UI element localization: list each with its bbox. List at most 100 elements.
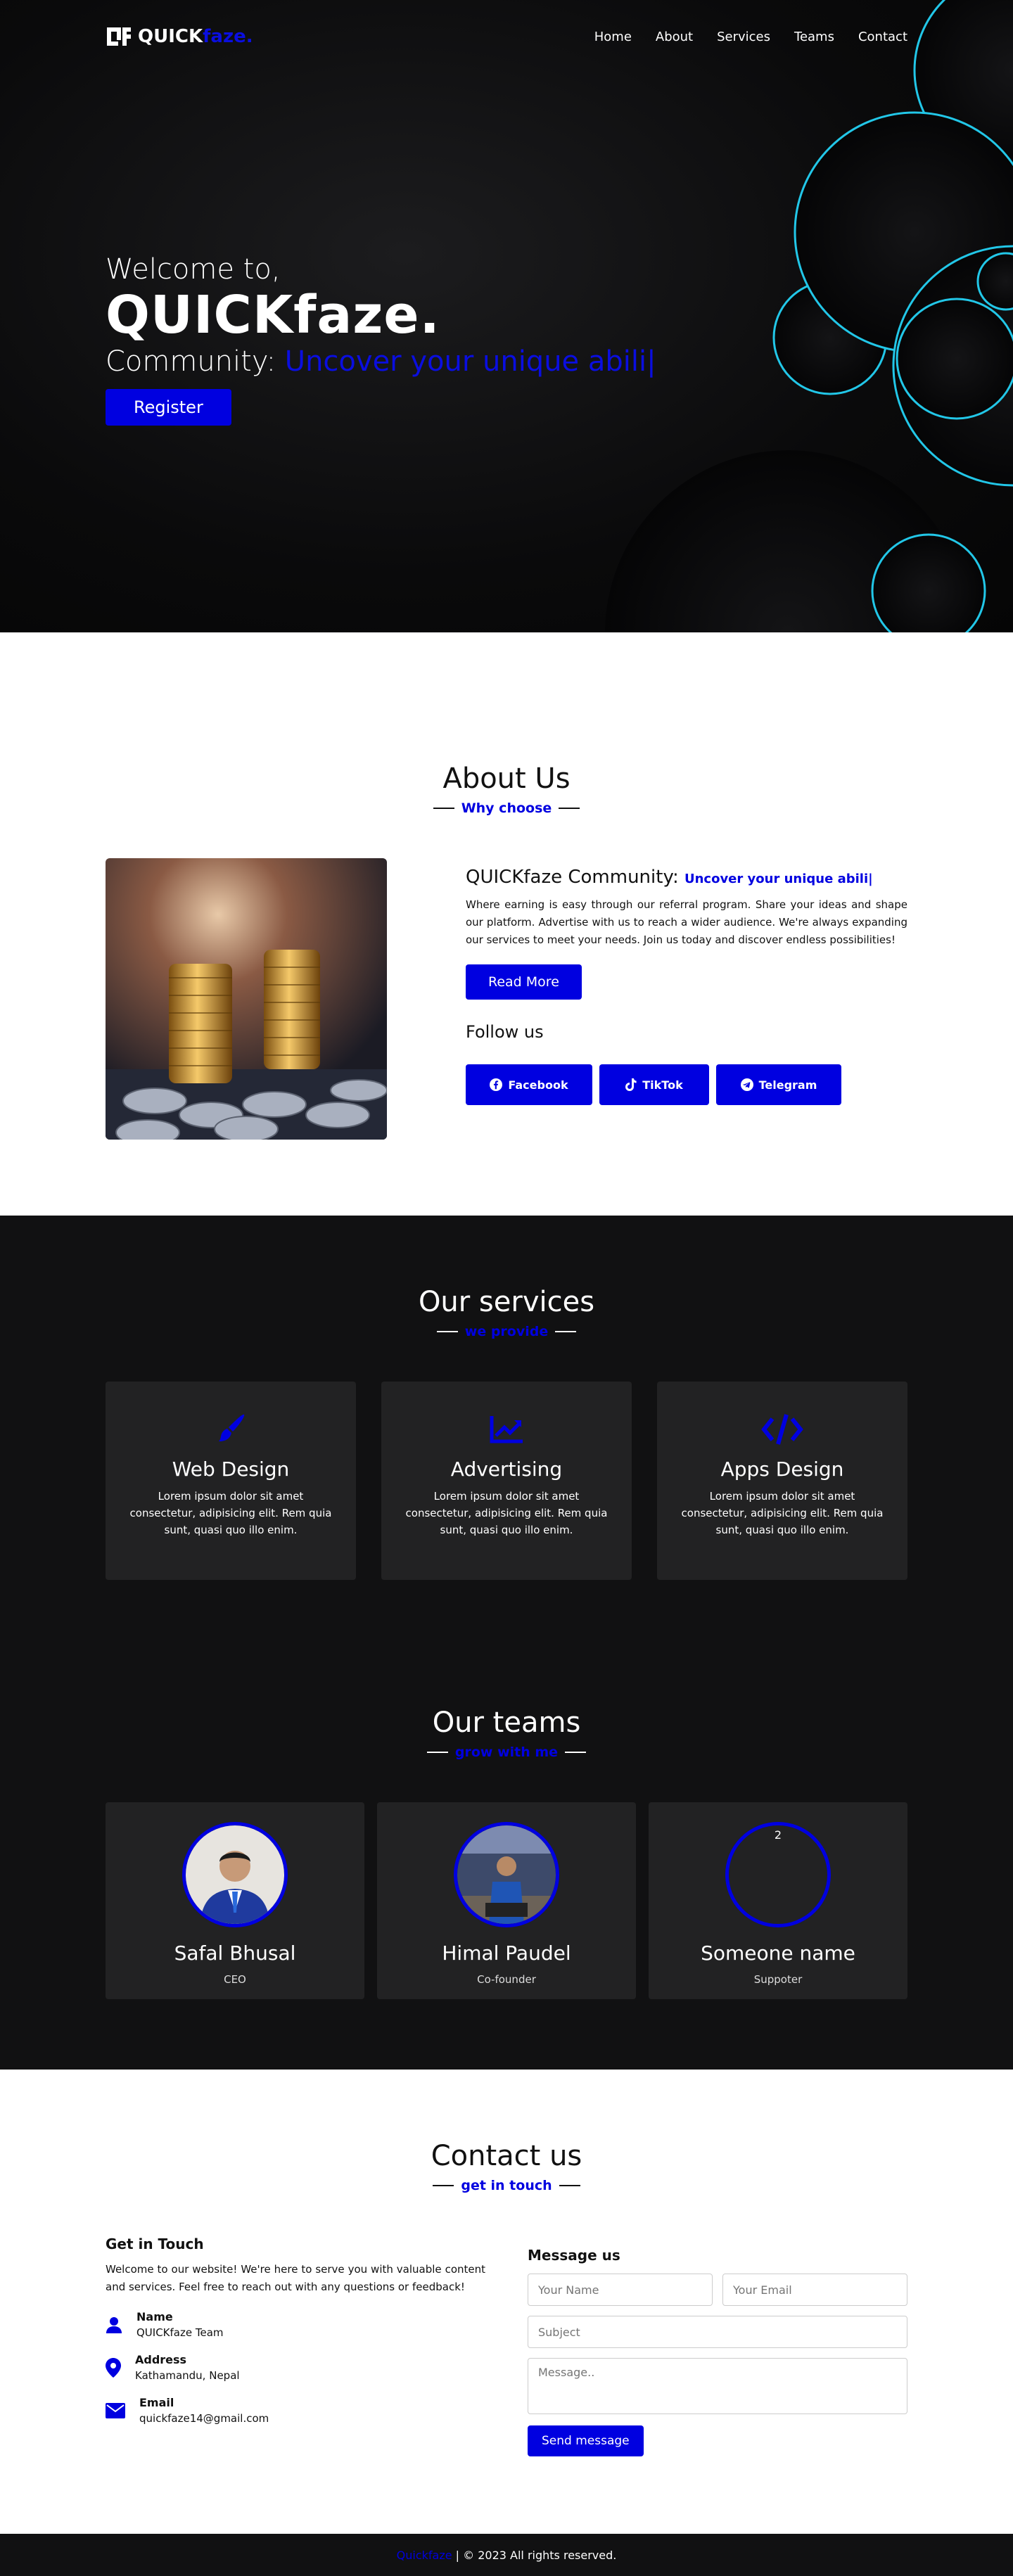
paintbrush-icon <box>219 1414 245 1441</box>
contact-info-text: Welcome to our website! We're here to se… <box>106 2263 485 2293</box>
nav-contact[interactable]: Contact <box>858 30 907 44</box>
subject-input[interactable] <box>528 2316 907 2348</box>
contact-value: quickfaze14@gmail.com <box>139 2412 269 2425</box>
hero-community: Community: Uncover your unique abili| <box>106 345 656 378</box>
contact-value: QUICKfaze Team <box>136 2326 224 2339</box>
hero-community-label: Community: <box>106 345 276 378</box>
footer: Quickfaze | © 2023 All rights reserved. <box>0 2534 1013 2576</box>
avatar-badge: 2 <box>774 1828 782 1842</box>
tiktok-button[interactable]: TikTok <box>599 1064 709 1105</box>
form-heading: Message us <box>528 2247 620 2264</box>
about-paragraph: Where earning is easy through our referr… <box>466 898 907 946</box>
teams-subtitle: grow with me <box>454 1745 559 1760</box>
about-heading: QUICKfaze Community: Uncover your unique… <box>466 867 907 888</box>
nav-about[interactable]: About <box>656 30 693 44</box>
divider <box>559 2185 580 2186</box>
footer-rights: | © 2023 All rights reserved. <box>455 2548 617 2562</box>
telegram-icon <box>740 1078 753 1091</box>
divider <box>565 1752 587 1753</box>
contact-title: Contact us <box>431 2140 582 2172</box>
avatar <box>454 1822 559 1927</box>
contact-address-item: Address Kathamandu, Nepal <box>106 2353 485 2382</box>
team-card: Himal Paudel Co-founder <box>377 1802 636 1999</box>
contact-key: Name <box>136 2310 173 2323</box>
telegram-label: Telegram <box>758 1078 817 1092</box>
service-title: Web Design <box>172 1458 290 1481</box>
teams-title: Our teams <box>432 1707 581 1739</box>
team-role: CEO <box>224 1973 246 1986</box>
contact-value: Kathamandu, Nepal <box>135 2369 240 2382</box>
divider <box>433 2185 454 2186</box>
service-text: Lorem ipsum dolor sit amet consectetur, … <box>405 1490 608 1536</box>
chart-line-icon <box>490 1416 523 1443</box>
service-title: Advertising <box>450 1458 563 1481</box>
nav-home[interactable]: Home <box>594 30 632 44</box>
message-textarea[interactable] <box>528 2358 907 2414</box>
team-card: 2 Someone name Suppoter <box>649 1802 907 1999</box>
nav-services[interactable]: Services <box>717 30 770 44</box>
follow-heading: Follow us <box>466 1022 544 1042</box>
contact-email-item: Email quickfaze14@gmail.com <box>106 2396 485 2425</box>
contact-form: Message us Send message <box>528 2236 907 2456</box>
service-title: Apps Design <box>720 1458 844 1481</box>
team-name: Himal Paudel <box>442 1941 571 1965</box>
read-more-button[interactable]: Read More <box>466 964 582 1000</box>
tiktok-label: TikTok <box>642 1078 683 1092</box>
register-button[interactable]: Register <box>106 389 231 426</box>
service-text: Lorem ipsum dolor sit amet consectetur, … <box>681 1490 884 1536</box>
logo-text-primary: QUICK <box>138 26 203 47</box>
envelope-icon <box>106 2402 125 2418</box>
team-name: Someone name <box>701 1941 855 1965</box>
telegram-button[interactable]: Telegram <box>716 1064 841 1105</box>
map-pin-icon <box>106 2357 121 2378</box>
team-name: Safal Bhusal <box>174 1941 296 1965</box>
avatar-placeholder: 2 <box>725 1822 831 1927</box>
name-input[interactable] <box>528 2274 713 2306</box>
team-card: Safal Bhusal CEO <box>106 1802 364 1999</box>
contact-section: Contact us get in touch Get in Touch Wel… <box>0 2070 1013 2534</box>
logo-icon <box>107 27 131 46</box>
divider <box>559 808 580 809</box>
divider <box>555 1331 577 1332</box>
contact-info-heading: Get in Touch <box>106 2236 204 2252</box>
facebook-label: Facebook <box>508 1078 568 1092</box>
divider <box>436 1331 458 1332</box>
nav-teams[interactable]: Teams <box>794 30 834 44</box>
avatar <box>182 1822 288 1927</box>
contact-key: Email <box>139 2396 174 2409</box>
about-title: About Us <box>442 763 571 795</box>
services-title: Our services <box>418 1286 595 1318</box>
teams-section: Our teams grow with me Safal Bhusal CEO … <box>0 1594 1013 2070</box>
service-text: Lorem ipsum dolor sit amet consectetur, … <box>129 1490 332 1536</box>
hero-content: Welcome to, QUICKfaze. Community: Uncove… <box>106 253 656 426</box>
services-subtitle: we provide <box>464 1324 549 1339</box>
logo[interactable]: QUICK faze. <box>106 26 253 47</box>
facebook-icon <box>490 1078 503 1091</box>
contact-subtitle: get in touch <box>461 2178 552 2193</box>
email-input[interactable] <box>722 2274 907 2306</box>
nav-menu: Home About Services Teams Contact <box>594 30 907 44</box>
about-image-coins <box>106 858 387 1140</box>
service-card-web-design: Web Design Lorem ipsum dolor sit amet co… <box>106 1382 356 1580</box>
about-heading-text: QUICKfaze Community: <box>466 867 679 888</box>
send-message-button[interactable]: Send message <box>528 2425 644 2456</box>
user-icon <box>106 2316 122 2333</box>
about-section: About Us Why choose QUICKfaze Community:… <box>0 632 1013 1216</box>
divider <box>426 1752 448 1753</box>
about-typed-text: Uncover your unique abili| <box>684 872 873 886</box>
service-card-advertising: Advertising Lorem ipsum dolor sit amet c… <box>381 1382 632 1580</box>
navbar: QUICK faze. Home About Services Teams Con… <box>0 0 1013 73</box>
footer-brand-link[interactable]: Quickfaze <box>397 2549 452 2562</box>
contact-key: Address <box>135 2353 187 2366</box>
hero-typed-text: Uncover your unique abili| <box>284 345 656 378</box>
services-section: Our services we provide Web Design Lorem… <box>0 1216 1013 1594</box>
contact-info: Get in Touch Welcome to our website! We'… <box>106 2236 485 2456</box>
hero-brand: QUICKfaze. <box>106 285 440 345</box>
facebook-button[interactable]: Facebook <box>466 1064 592 1105</box>
about-subtitle: Why choose <box>461 801 552 816</box>
contact-name-item: Name QUICKfaze Team <box>106 2310 485 2339</box>
hero-section: QUICK faze. Home About Services Teams Con… <box>0 0 1013 632</box>
code-icon <box>761 1414 803 1445</box>
service-card-apps-design: Apps Design Lorem ipsum dolor sit amet c… <box>657 1382 907 1580</box>
divider <box>433 808 454 809</box>
